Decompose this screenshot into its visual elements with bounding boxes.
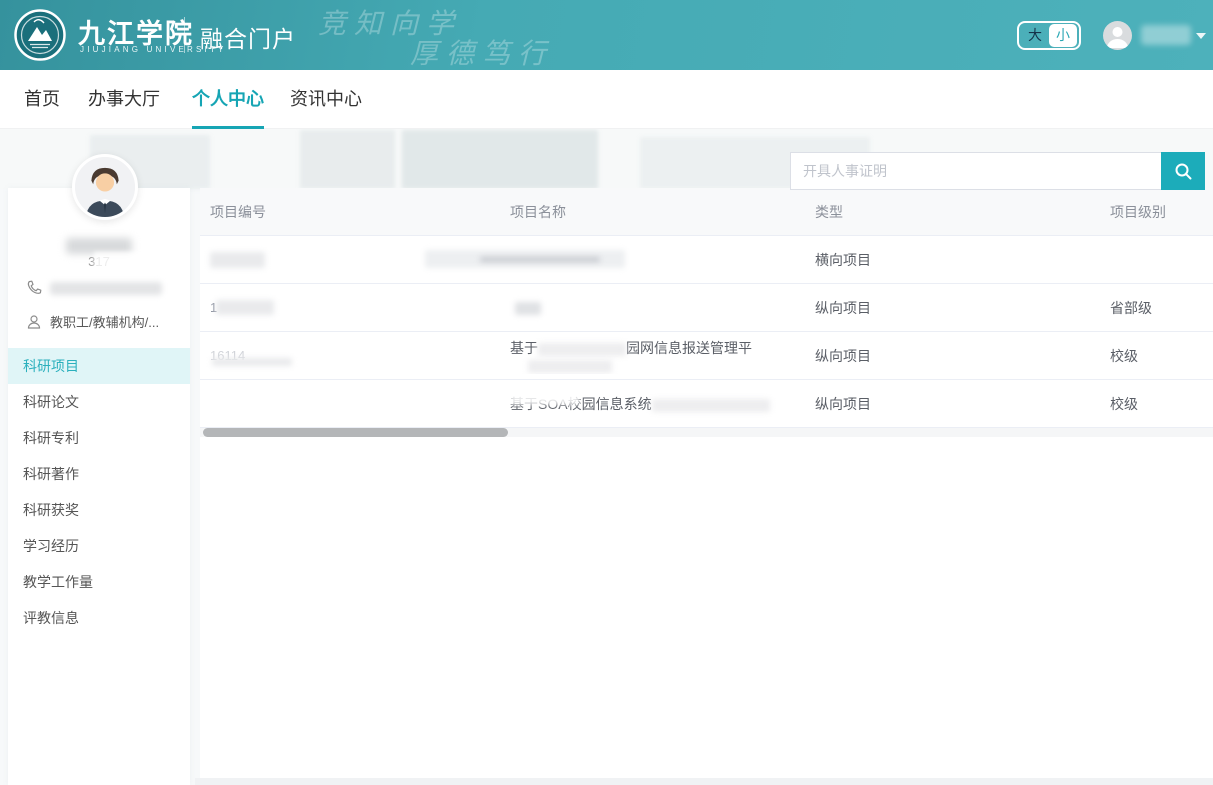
cell-type: 纵向项目 bbox=[815, 380, 1100, 428]
sidebar-item-research-projects[interactable]: 科研项目 bbox=[8, 348, 190, 384]
logo-divider bbox=[184, 17, 185, 53]
profile-sidebar: 317 教职工/教辅机构/... 科研项目 科研论文 科研专利 科研著作 科研获… bbox=[8, 188, 190, 785]
redacted-name bbox=[515, 302, 541, 315]
redacted-number bbox=[216, 300, 274, 315]
nav-item-service-hall[interactable]: 办事大厅 bbox=[88, 70, 160, 129]
sidebar-item-study-history[interactable]: 学习经历 bbox=[8, 528, 190, 564]
user-name-redacted bbox=[1141, 25, 1191, 45]
user-avatar[interactable] bbox=[1103, 21, 1132, 50]
portal-title: 融合门户 bbox=[200, 20, 296, 54]
table-row[interactable]: 1 纵向项目 省部级 bbox=[200, 284, 1213, 332]
person-badge-icon bbox=[26, 314, 42, 330]
sidebar-item-research-awards[interactable]: 科研获奖 bbox=[8, 492, 190, 528]
font-size-toggle[interactable]: 大 小 bbox=[1017, 21, 1081, 50]
cell-level: 校级 bbox=[1110, 332, 1205, 380]
sidebar-menu: 科研项目 科研论文 科研专利 科研著作 科研获奖 学习经历 教学工作量 评教信息 bbox=[8, 348, 190, 636]
horizontal-scrollbar-thumb[interactable] bbox=[203, 428, 508, 437]
cell-type: 纵向项目 bbox=[815, 332, 1100, 380]
bottom-strip bbox=[195, 778, 1213, 785]
page: 九江学院 JIUJIANG UNIVERSITY 融合门户 竞知向学 厚德笃行 … bbox=[0, 0, 1213, 785]
redacted-name-fragment bbox=[652, 399, 770, 412]
col-project-name: 项目名称 bbox=[510, 188, 805, 236]
nav-item-news-center[interactable]: 资讯中心 bbox=[290, 70, 362, 129]
font-large-button[interactable]: 大 bbox=[1021, 24, 1049, 47]
search-icon bbox=[1173, 161, 1193, 181]
horizontal-scrollbar-track[interactable] bbox=[200, 428, 1213, 437]
table-row[interactable]: 16114 基于园网信息报送管理平 纵向项目 校级 bbox=[200, 332, 1213, 380]
table-header-row: 项目编号 项目名称 类型 项目级别 bbox=[200, 188, 1213, 236]
redacted-name-fragment bbox=[538, 343, 626, 356]
nav-item-home[interactable]: 首页 bbox=[24, 70, 60, 129]
research-projects-table: 项目编号 项目名称 类型 项目级别 横向项目 1 纵向项目 省部级 16114 bbox=[200, 188, 1213, 778]
app-header: 九江学院 JIUJIANG UNIVERSITY 融合门户 竞知向学 厚德笃行 … bbox=[0, 0, 1213, 70]
university-seal-logo bbox=[14, 9, 66, 61]
profile-role-row: 教职工/教辅机构/... bbox=[26, 312, 159, 331]
sidebar-item-teaching-workload[interactable]: 教学工作量 bbox=[8, 564, 190, 600]
col-project-number: 项目编号 bbox=[210, 188, 500, 236]
sidebar-item-research-patents[interactable]: 科研专利 bbox=[8, 420, 190, 456]
nav-item-personal-center[interactable]: 个人中心 bbox=[192, 70, 264, 129]
cell-level: 省部级 bbox=[1110, 284, 1205, 332]
table-row[interactable]: 基于SOA校园信息系统 纵向项目 校级 bbox=[200, 380, 1213, 428]
redacted-number bbox=[210, 252, 265, 268]
sidebar-item-research-papers[interactable]: 科研论文 bbox=[8, 384, 190, 420]
cell-type: 纵向项目 bbox=[815, 284, 1100, 332]
profile-avatar bbox=[72, 154, 138, 220]
main-nav: 首页 办事大厅 个人中心 资讯中心 bbox=[0, 70, 1213, 129]
redacted-name-fragment bbox=[528, 360, 612, 373]
phone-icon bbox=[26, 280, 42, 296]
sidebar-item-evaluation-info[interactable]: 评教信息 bbox=[8, 600, 190, 636]
profile-phone-redacted bbox=[50, 282, 162, 295]
sidebar-item-research-works[interactable]: 科研著作 bbox=[8, 456, 190, 492]
col-type: 类型 bbox=[815, 188, 1100, 236]
table-row[interactable]: 横向项目 bbox=[200, 236, 1213, 284]
motto-watermark-2: 厚德笃行 bbox=[410, 32, 554, 72]
cell-type: 横向项目 bbox=[815, 236, 1100, 284]
col-project-level: 项目级别 bbox=[1110, 188, 1205, 236]
chevron-down-icon[interactable] bbox=[1196, 33, 1206, 39]
person-icon bbox=[1103, 21, 1132, 50]
search-input[interactable] bbox=[790, 152, 1161, 190]
profile-role-label: 教职工/教辅机构/... bbox=[50, 312, 159, 331]
search-button[interactable] bbox=[1161, 152, 1205, 190]
profile-phone-row bbox=[26, 280, 162, 296]
cell-level: 校级 bbox=[1110, 380, 1205, 428]
font-small-button[interactable]: 小 bbox=[1049, 24, 1077, 47]
cell-name-partial: 基于园网信息报送管理平 bbox=[510, 332, 805, 374]
search-box bbox=[790, 152, 1205, 190]
avatar-illustration bbox=[75, 157, 135, 217]
profile-id-smudge bbox=[94, 252, 150, 270]
